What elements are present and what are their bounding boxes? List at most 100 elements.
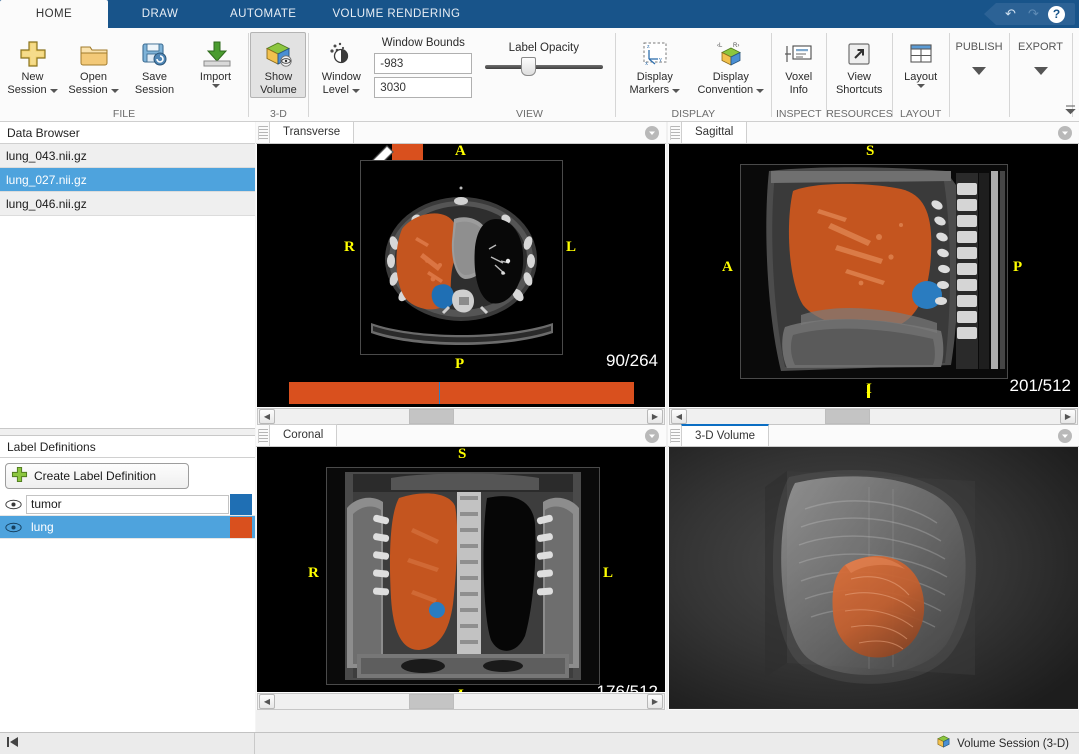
scroll-thumb[interactable]	[825, 409, 870, 424]
label-color-swatch-tumor[interactable]	[230, 494, 252, 515]
label-color-swatch-lung[interactable]	[230, 517, 252, 538]
viewer-transverse-scrollbar[interactable]: ◀ ▶	[257, 408, 665, 425]
label-opacity-group: Label Opacity	[475, 32, 613, 69]
layout-label: Layout	[904, 71, 937, 84]
open-session-button[interactable]: Open Session	[63, 32, 124, 98]
voxel-info-button[interactable]: Voxel Info	[774, 32, 824, 98]
label-name-lung[interactable]: lung	[26, 518, 229, 537]
label-opacity-slider[interactable]	[485, 65, 603, 69]
viewer-coronal-scrollbar[interactable]: ◀ ▶	[257, 693, 665, 710]
display-markers-button[interactable]: z y x Display Markers	[617, 32, 692, 98]
redo-icon[interactable]: ↷	[1023, 4, 1044, 25]
viewer-3d-canvas[interactable]	[669, 447, 1078, 709]
label-definitions-panel: Label Definitions Create Label Definitio…	[0, 436, 255, 732]
scroll-thumb[interactable]	[409, 694, 453, 709]
viewer-coronal-canvas[interactable]: S R L I 176/512	[257, 447, 665, 692]
tab-sagittal[interactable]: Sagittal	[681, 121, 747, 143]
viewer-transverse-menu-icon[interactable]	[645, 126, 659, 140]
plus-icon	[11, 466, 28, 486]
ribbon-group-resources: View Shortcuts RESOURCES	[826, 28, 892, 122]
scroll-right-arrow[interactable]: ▶	[647, 409, 663, 424]
tab-automate[interactable]: AUTOMATE	[212, 0, 314, 28]
viewer-sagittal-menu-icon[interactable]	[1058, 126, 1072, 140]
ribbon-group-label-view: VIEW	[309, 107, 615, 122]
window-level-button[interactable]: Window Level	[311, 32, 372, 98]
scroll-left-arrow[interactable]: ◀	[259, 694, 275, 709]
show-volume-button[interactable]: Show Volume	[250, 32, 306, 98]
new-session-button[interactable]: New Session	[2, 32, 63, 98]
chevron-down-icon[interactable]	[352, 89, 360, 93]
scroll-left-arrow[interactable]: ◀	[671, 409, 687, 424]
viewer-coronal-menu-icon[interactable]	[645, 429, 659, 443]
tab-home[interactable]: HOME	[0, 0, 108, 28]
layout-button[interactable]: Layout	[895, 32, 947, 89]
import-button[interactable]: Import	[185, 32, 246, 89]
chevron-down-icon[interactable]	[50, 89, 58, 93]
panel-grip-icon[interactable]	[670, 429, 680, 443]
scroll-track[interactable]	[276, 409, 646, 424]
sidebar-splitter[interactable]	[0, 428, 255, 436]
label-definitions-title: Label Definitions	[0, 436, 255, 458]
chevron-down-icon[interactable]	[111, 89, 119, 93]
save-session-button[interactable]: Save Session	[124, 32, 185, 98]
tab-volume-rendering[interactable]: VOLUME RENDERING	[314, 0, 478, 28]
label-name-tumor[interactable]: tumor	[26, 495, 229, 514]
viewer-transverse-canvas[interactable]: A R L P 90/264	[257, 144, 665, 407]
go-to-start-icon[interactable]	[6, 735, 20, 753]
scroll-right-arrow[interactable]: ▶	[647, 694, 663, 709]
undo-icon[interactable]: ↶	[1000, 4, 1021, 25]
show-volume-label-bottom: Volume	[260, 84, 297, 97]
panel-grip-icon[interactable]	[258, 126, 268, 140]
export-button[interactable]: EXPORT	[1012, 32, 1070, 75]
list-item[interactable]: lung_043.nii.gz	[0, 144, 255, 168]
view-shortcuts-button[interactable]: View Shortcuts	[828, 32, 890, 98]
panel-grip-icon[interactable]	[258, 429, 268, 443]
eye-icon[interactable]	[0, 499, 26, 510]
tab-draw[interactable]: DRAW	[108, 0, 212, 28]
viewer-sagittal-canvas[interactable]: S A P I 201/512	[669, 144, 1078, 407]
window-level-label-bottom: Level	[323, 84, 360, 97]
label-definition-row-tumor[interactable]: tumor	[0, 493, 255, 516]
publish-button[interactable]: PUBLISH	[951, 32, 1007, 75]
chevron-down-icon[interactable]	[212, 84, 220, 88]
viewer-sagittal-scrollbar[interactable]: ◀ ▶	[669, 408, 1078, 425]
create-label-definition-label: Create Label Definition	[34, 469, 156, 483]
sagittal-image-frame	[740, 164, 1008, 379]
lr-cube-icon: ‹L R›	[714, 37, 748, 71]
ribbon-group-layout: Layout LAYOUT	[893, 28, 949, 122]
svg-text:z: z	[647, 44, 650, 50]
list-item[interactable]: lung_027.nii.gz	[0, 168, 255, 192]
help-icon[interactable]: ?	[1046, 4, 1067, 25]
chevron-down-icon[interactable]	[672, 89, 680, 93]
panel-grip-icon[interactable]	[670, 126, 680, 140]
data-browser-list[interactable]: lung_043.nii.gz lung_027.nii.gz lung_046…	[0, 144, 255, 428]
status-bar-right: Volume Session (3-D)	[255, 735, 1079, 752]
eye-icon[interactable]	[0, 522, 26, 533]
scroll-thumb[interactable]	[409, 409, 453, 424]
window-bounds-min-input[interactable]	[374, 53, 472, 74]
scroll-left-arrow[interactable]: ◀	[259, 409, 275, 424]
tab-3d-volume[interactable]: 3-D Volume	[681, 424, 769, 446]
tab-coronal[interactable]: Coronal	[269, 424, 337, 446]
open-session-sublabel: Session	[68, 84, 107, 97]
window-bounds-max-input[interactable]	[374, 77, 472, 98]
create-label-definition-button[interactable]: Create Label Definition	[5, 463, 189, 489]
tab-transverse[interactable]: Transverse	[269, 121, 354, 143]
chevron-down-icon[interactable]	[972, 67, 986, 75]
export-label: EXPORT	[1018, 41, 1063, 53]
scroll-track[interactable]	[276, 694, 646, 709]
scroll-track[interactable]	[688, 409, 1059, 424]
chevron-down-icon[interactable]	[1034, 67, 1048, 75]
chevron-down-icon[interactable]	[917, 84, 925, 88]
collapse-ribbon-icon[interactable]	[1065, 104, 1076, 118]
list-item[interactable]: lung_046.nii.gz	[0, 192, 255, 216]
label-definition-row-lung[interactable]: lung	[0, 516, 255, 539]
viewer-transverse: Transverse	[256, 122, 666, 425]
label-opacity-slider-thumb[interactable]	[521, 57, 536, 76]
svg-text:y: y	[659, 57, 662, 63]
chevron-down-icon[interactable]	[756, 89, 764, 93]
viewer-3d-menu-icon[interactable]	[1058, 429, 1072, 443]
scroll-right-arrow[interactable]: ▶	[1060, 409, 1076, 424]
display-convention-button[interactable]: ‹L R› Display Convention	[692, 32, 769, 98]
session-type-label: Volume Session (3-D)	[957, 738, 1069, 750]
